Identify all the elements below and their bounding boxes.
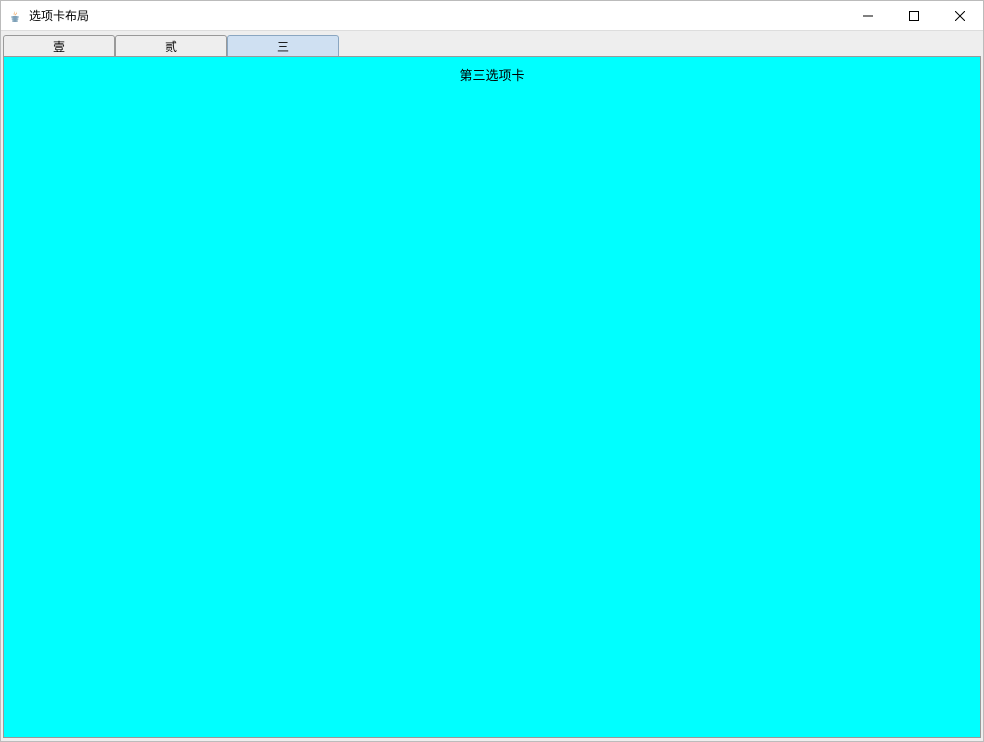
- java-icon: [7, 8, 23, 24]
- tab-strip: 壹 贰 三: [1, 31, 983, 57]
- titlebar: 选项卡布局: [1, 1, 983, 31]
- client-area: 壹 贰 三 第三选项卡: [1, 31, 983, 741]
- tab-two[interactable]: 贰: [115, 35, 227, 57]
- tab-panel-three: 第三选项卡: [4, 57, 980, 737]
- tab-content-container: 第三选项卡: [3, 56, 981, 738]
- maximize-button[interactable]: [891, 1, 937, 30]
- tab-label: 壹: [53, 38, 65, 55]
- app-window: 选项卡布局 壹 贰 三 第: [0, 0, 984, 742]
- window-controls: [845, 1, 983, 30]
- minimize-button[interactable]: [845, 1, 891, 30]
- close-button[interactable]: [937, 1, 983, 30]
- tab-label: 贰: [165, 38, 177, 55]
- tab-one[interactable]: 壹: [3, 35, 115, 57]
- panel-heading: 第三选项卡: [459, 65, 524, 84]
- tab-label: 三: [277, 38, 289, 55]
- window-title: 选项卡布局: [29, 7, 89, 24]
- tab-three[interactable]: 三: [227, 35, 339, 57]
